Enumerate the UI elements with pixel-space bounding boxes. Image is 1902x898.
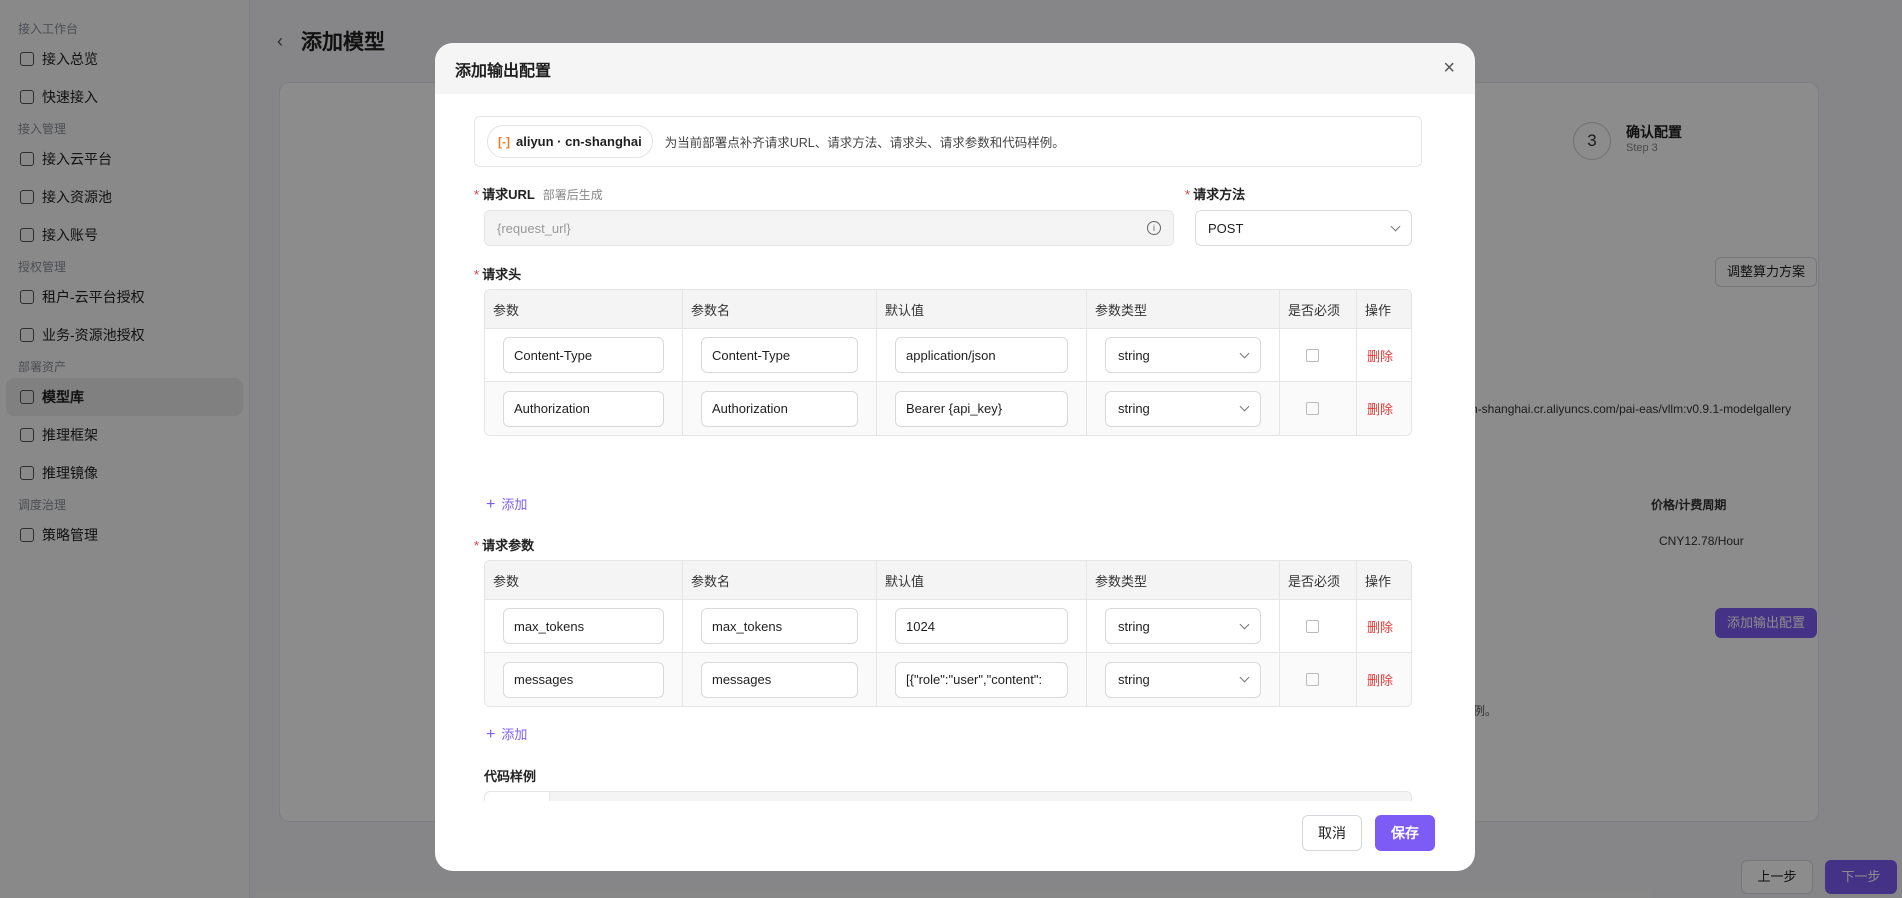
table-row: messages messages [{"role":"user","conte… (485, 653, 1411, 706)
plus-icon: + (486, 496, 496, 513)
param-param-input[interactable]: max_tokens (503, 608, 664, 644)
table-row: Authorization Authorization Bearer {api_… (485, 382, 1411, 435)
chevron-down-icon (1239, 401, 1250, 412)
col-required: 是否必须 (1280, 561, 1357, 600)
info-text: 为当前部署点补齐请求URL、请求方法、请求头、请求参数和代码样例。 (664, 136, 1065, 150)
header-param-input[interactable]: Authorization (503, 390, 664, 427)
header-name-input[interactable]: Content-Type (701, 337, 858, 373)
param-type-select[interactable]: string (1105, 608, 1261, 644)
delete-link[interactable]: 删除 (1367, 620, 1393, 635)
tab-java[interactable]: java (629, 792, 693, 801)
header-param-input[interactable]: Content-Type (503, 337, 664, 373)
chevron-down-icon (1390, 221, 1401, 231)
col-action: 操作 (1357, 290, 1411, 329)
region-tag: [-] aliyun · cn-shanghai (487, 125, 653, 158)
param-name-input[interactable]: max_tokens (701, 608, 858, 644)
modal-footer: 取消 保存 (435, 801, 1475, 871)
param-type-select[interactable]: string (1105, 661, 1261, 698)
table-row: max_tokens max_tokens 1024 string 删除 (485, 600, 1411, 653)
request-method-value: POST (1208, 220, 1244, 236)
info-box: [-] aliyun · cn-shanghai 为当前部署点补齐请求URL、请… (474, 116, 1422, 167)
col-param-name: 参数名 (683, 561, 877, 600)
params-label: * 请求参数 (474, 538, 535, 553)
col-param-name: 参数名 (683, 290, 877, 329)
request-method-select[interactable]: POST (1195, 210, 1412, 246)
code-sample-label: 代码样例 (484, 769, 537, 784)
output-config-modal: 添加输出配置 × [-] aliyun · cn-shanghai 为当前部署点… (435, 43, 1475, 871)
param-name-input[interactable]: messages (701, 661, 858, 698)
col-type: 参数类型 (1087, 290, 1280, 329)
header-name-input[interactable]: Authorization (701, 390, 858, 427)
required-checkbox[interactable] (1306, 673, 1319, 686)
plus-icon: + (486, 726, 496, 743)
add-param-button[interactable]: + 添加 (486, 724, 527, 744)
col-default: 默认值 (877, 290, 1087, 329)
tab-python[interactable]: python (550, 792, 629, 801)
header-default-input[interactable]: application/json (895, 337, 1068, 373)
param-param-input[interactable]: messages (503, 661, 664, 698)
modal-title: 添加输出配置 (455, 62, 552, 80)
chevron-down-icon (1239, 619, 1250, 629)
tab-php[interactable]: php (826, 792, 888, 801)
modal-body: [-] aliyun · cn-shanghai 为当前部署点补齐请求URL、请… (435, 94, 1475, 801)
table-row: Content-Type Content-Type application/js… (485, 329, 1411, 382)
header-type-select[interactable]: string (1105, 337, 1261, 373)
col-default: 默认值 (877, 561, 1087, 600)
param-default-input[interactable]: [{"role":"user","content": (895, 661, 1068, 698)
required-checkbox[interactable] (1306, 619, 1319, 633)
delete-link[interactable]: 删除 (1367, 402, 1393, 417)
tab-nodejs[interactable]: nodejs (747, 792, 825, 801)
request-method-label: * 请求方法 (1185, 187, 1246, 202)
add-header-button[interactable]: + 添加 (486, 494, 527, 514)
tab-curl[interactable]: curl (485, 792, 550, 801)
aliyun-logo-icon: [-] (498, 134, 510, 149)
header-type-select[interactable]: string (1105, 390, 1261, 427)
chevron-down-icon (1239, 348, 1250, 358)
col-action: 操作 (1357, 561, 1411, 600)
tab-ruby[interactable]: ruby (887, 792, 952, 801)
col-type: 参数类型 (1087, 561, 1280, 600)
header-default-input[interactable]: Bearer {api_key} (895, 390, 1068, 427)
delete-link[interactable]: 删除 (1367, 673, 1393, 688)
tab-go[interactable]: go (693, 792, 747, 801)
modal-header: 添加输出配置 × (435, 43, 1475, 94)
param-default-input[interactable]: 1024 (895, 608, 1068, 644)
close-icon[interactable]: × (1443, 57, 1455, 80)
request-url-label: * 请求URL 部署后生成 (474, 187, 603, 202)
info-circle-icon[interactable]: i (1147, 221, 1161, 235)
required-checkbox[interactable] (1306, 348, 1319, 362)
chevron-down-icon (1239, 672, 1250, 683)
required-checkbox[interactable] (1306, 402, 1319, 415)
cancel-button[interactable]: 取消 (1302, 815, 1362, 851)
col-param: 参数 (485, 290, 683, 329)
headers-label: * 请求头 (474, 267, 522, 282)
params-table: 参数 参数名 默认值 参数类型 是否必须 操作 max_tokens max_t… (484, 560, 1412, 707)
col-required: 是否必须 (1280, 290, 1357, 329)
request-url-placeholder: {request_url} (497, 220, 571, 236)
headers-table: 参数 参数名 默认值 参数类型 是否必须 操作 Content-Type Con… (484, 289, 1412, 436)
delete-link[interactable]: 删除 (1367, 349, 1393, 364)
request-url-input[interactable]: {request_url} i (484, 210, 1174, 246)
save-button[interactable]: 保存 (1375, 815, 1435, 851)
code-tabs: curl python java go nodejs php ruby (484, 791, 1412, 801)
col-param: 参数 (485, 561, 683, 600)
